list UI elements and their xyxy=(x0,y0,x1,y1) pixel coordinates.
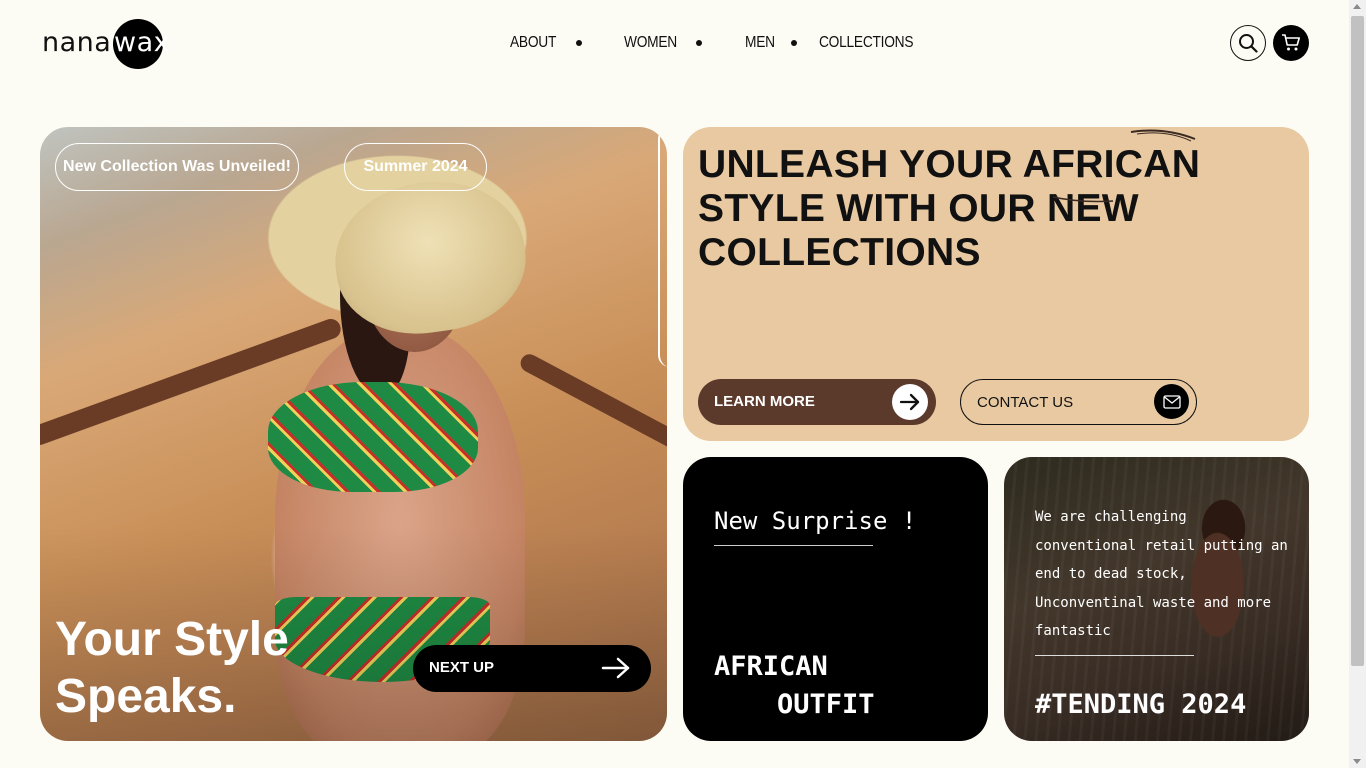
arrow-right-icon xyxy=(892,384,928,420)
scroll-up-arrow-icon[interactable] xyxy=(1353,4,1361,9)
main-nav: ABOUT WOMEN MEN COLLECTIONS xyxy=(500,31,929,55)
outfit-line2: OUTFIT xyxy=(777,689,875,720)
new-surprise-card[interactable]: New Surprise ! AFRICAN OUTFIT xyxy=(683,457,988,741)
trending-description: We are challenging conventional retail p… xyxy=(1035,503,1295,646)
contact-us-label: CONTACT US xyxy=(977,394,1074,411)
brush-stroke-decoration xyxy=(1052,196,1114,203)
divider xyxy=(714,545,873,546)
hero-card: New Collection Was Unveiled! Summer 2024… xyxy=(40,127,667,741)
cart-button[interactable] xyxy=(1273,25,1309,61)
promo-card: UNLEASH YOUR AFRICAN STYLE WITH OUR NEW … xyxy=(683,127,1309,441)
hero-title-line2: Speaks. xyxy=(55,670,237,723)
trending-card[interactable]: We are challenging conventional retail p… xyxy=(1004,457,1309,741)
description-line: fantastic xyxy=(1035,623,1111,639)
nav-item-women[interactable]: WOMEN xyxy=(624,34,686,52)
learn-more-label: LEARN MORE xyxy=(714,393,815,410)
arrow-right-icon xyxy=(601,657,630,679)
nav-separator-dot xyxy=(696,40,702,46)
divider xyxy=(1035,655,1194,656)
new-collection-pill[interactable]: New Collection Was Unveiled! xyxy=(55,143,299,191)
surprise-heading: New Surprise ! xyxy=(714,507,917,535)
nav-separator-dot xyxy=(791,40,797,46)
brush-stroke-decoration xyxy=(1130,129,1196,142)
logo-text-wax: wax xyxy=(114,27,171,58)
scroll-down-arrow-icon[interactable] xyxy=(1353,759,1361,764)
page-scrollbar[interactable] xyxy=(1349,0,1366,768)
brand-logo[interactable]: nana wax xyxy=(42,18,170,70)
outfit-line1: AFRICAN xyxy=(714,651,828,682)
hero-title: Your Style Speaks. xyxy=(55,611,375,725)
promo-headline-line3: COLLECTIONS xyxy=(698,231,981,274)
nav-item-men[interactable]: MEN xyxy=(745,34,785,52)
learn-more-button[interactable]: LEARN MORE xyxy=(698,379,936,425)
description-line: We are challenging xyxy=(1035,509,1187,525)
hero-title-line1: Your Style xyxy=(55,613,289,666)
promo-headline-line2: STYLE WITH OUR NEW xyxy=(698,187,1139,230)
promo-headline-line1: UNLEASH YOUR AFRICAN xyxy=(698,143,1201,186)
logo-text-nana: nana xyxy=(42,27,112,58)
mail-icon xyxy=(1154,384,1189,419)
nav-separator-dot xyxy=(576,40,582,46)
contact-us-button[interactable]: CONTACT US xyxy=(960,379,1197,425)
description-line: conventional retail putting an xyxy=(1035,537,1288,554)
season-pill[interactable]: Summer 2024 xyxy=(344,143,487,191)
search-button[interactable] xyxy=(1230,25,1266,61)
cart-icon xyxy=(1282,34,1300,51)
scrollbar-thumb[interactable] xyxy=(1351,16,1364,666)
nav-item-about[interactable]: ABOUT xyxy=(510,34,567,52)
description-line: Unconventinal waste and more xyxy=(1035,594,1272,611)
trending-tag: #TENDING 2024 xyxy=(1035,689,1247,720)
next-up-label: NEXT UP xyxy=(429,659,495,676)
promo-headline: UNLEASH YOUR AFRICAN STYLE WITH OUR NEW … xyxy=(698,143,1298,275)
nav-item-collections[interactable]: COLLECTIONS xyxy=(819,34,914,52)
description-line: end to dead stock, xyxy=(1035,566,1187,582)
next-up-button[interactable]: NEXT UP xyxy=(413,645,651,692)
search-icon xyxy=(1239,34,1258,53)
